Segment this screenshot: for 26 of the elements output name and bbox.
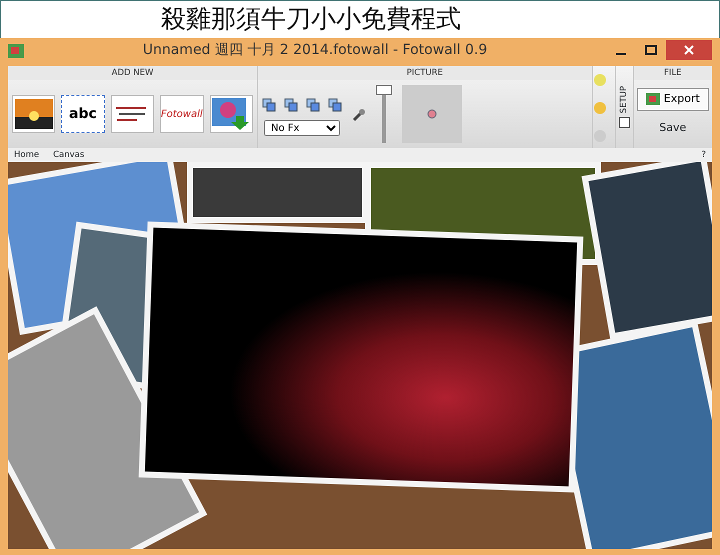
picture-icon [646, 93, 660, 106]
setup-checkbox[interactable] [618, 117, 630, 128]
balloon-download-icon [212, 98, 250, 130]
add-download-button[interactable] [210, 95, 253, 133]
save-button[interactable]: Save [658, 118, 688, 137]
setup-label: SETUP [618, 86, 630, 114]
minimize-icon [616, 53, 626, 55]
group-header: PICTURE [258, 66, 592, 80]
add-picture-button[interactable] [12, 95, 56, 133]
window-title: Unnamed 週四 十月 2 2014.fotowall - Fotowall 0.9 [142, 40, 488, 60]
handle-icon[interactable] [427, 109, 437, 119]
help-link[interactable]: ? [701, 148, 706, 162]
export-button[interactable]: Export [636, 88, 709, 110]
sunset-icon [14, 99, 53, 129]
breadcrumb-link[interactable]: Home [14, 148, 40, 162]
slider-thumb[interactable] [376, 85, 392, 95]
add-text-button[interactable]: abc [61, 95, 105, 133]
close-icon [684, 45, 694, 55]
add-webcam-button[interactable]: Fotowall [160, 95, 204, 133]
add-wordcloud-button[interactable] [110, 95, 154, 133]
breadcrumb-link[interactable]: Canvas [53, 148, 84, 162]
close-button[interactable] [666, 40, 712, 60]
group-header: ADD NEW [8, 66, 257, 80]
maximize-icon [645, 45, 657, 55]
effect-dropdown[interactable]: No Fx [264, 120, 340, 136]
group-header: FILE [634, 66, 712, 80]
